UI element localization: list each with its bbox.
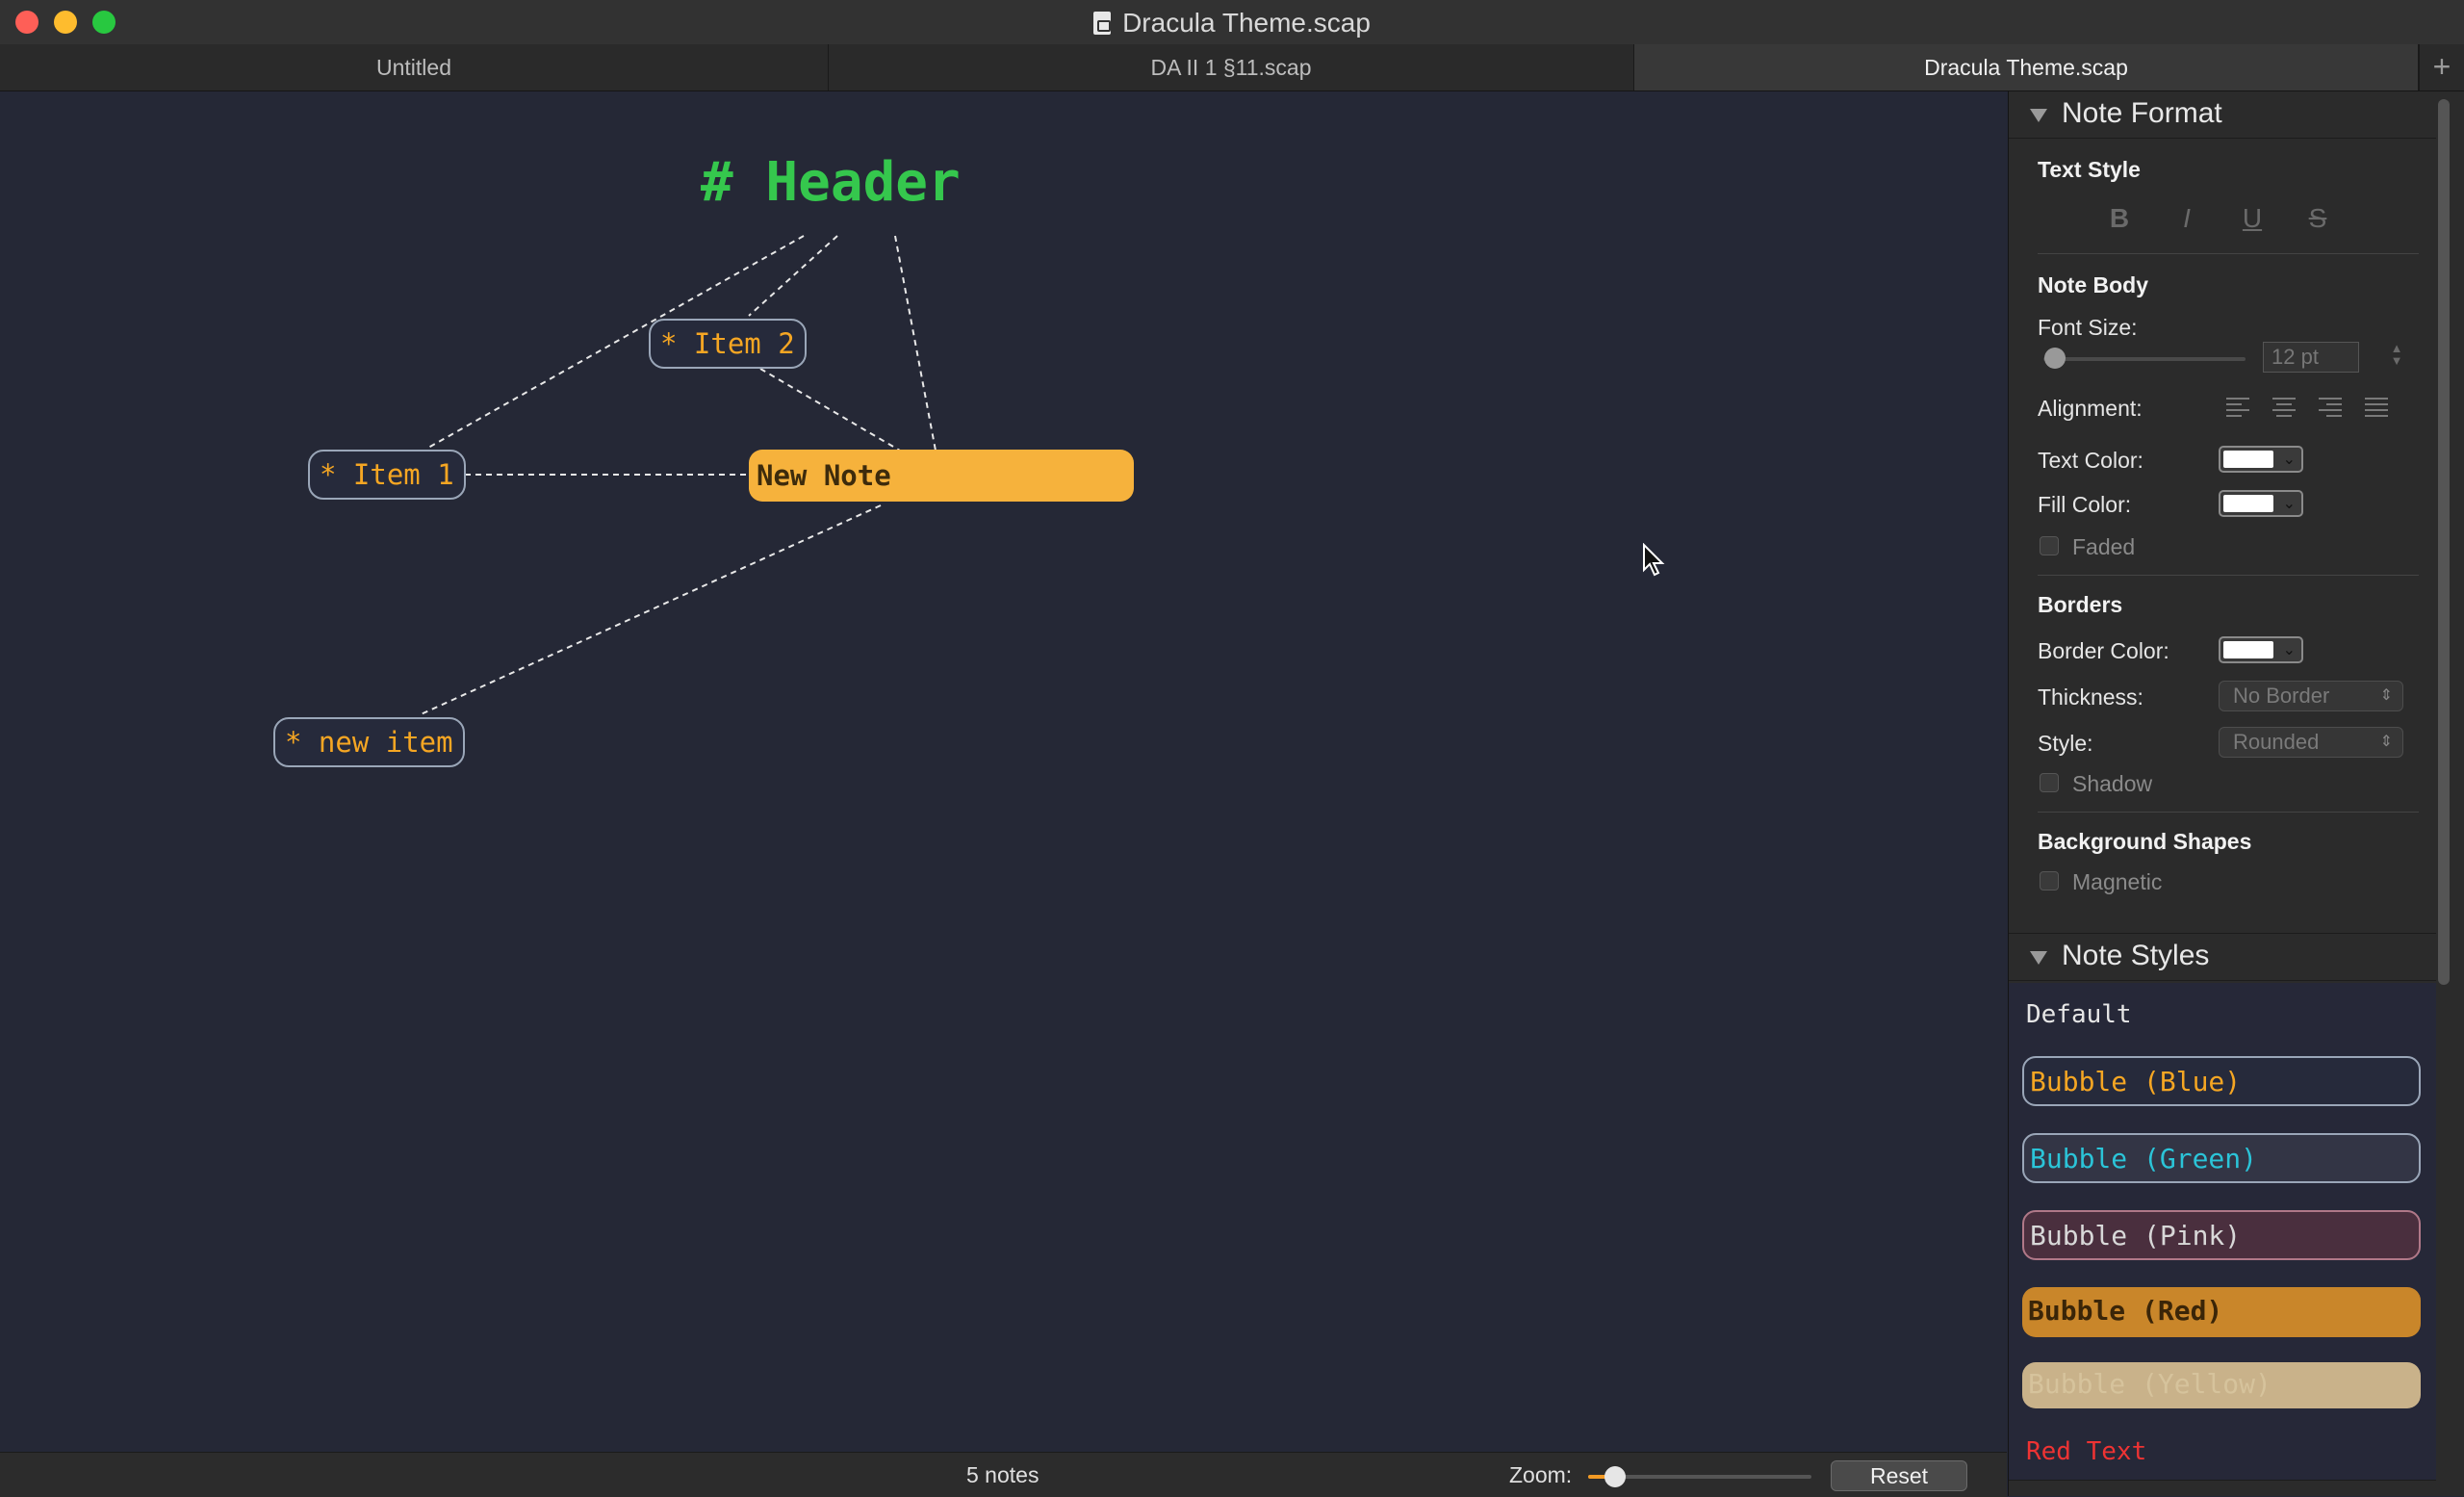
style-label: Style:	[2038, 731, 2093, 756]
mouse-pointer-icon	[1643, 543, 1665, 577]
magnetic-checkbox[interactable]	[2040, 871, 2059, 890]
note-item-2[interactable]: * Item 2	[649, 319, 807, 369]
zoom-label: Zoom:	[1509, 1462, 1573, 1487]
tab-da-ii[interactable]: DA II 1 §11.scap	[829, 44, 1634, 90]
divider	[2038, 575, 2419, 576]
border-color-well[interactable]: ⌄	[2219, 636, 2303, 663]
border-color-label: Border Color:	[2038, 638, 2169, 663]
document-icon	[1093, 12, 1112, 35]
style-bubble-green[interactable]: Bubble (Green)	[2009, 1122, 2436, 1200]
updown-chevron-icon: ⇕	[2379, 734, 2393, 750]
thickness-value: No Border	[2233, 684, 2330, 708]
style-bubble-blue-label: Bubble (Blue)	[2022, 1056, 2421, 1106]
note-styles-title: Note Styles	[2062, 940, 2210, 971]
note-styles-section-header[interactable]: Note Styles	[2009, 933, 2436, 981]
note-format-section-header[interactable]: Note Format	[2009, 91, 2436, 139]
style-bubble-pink-label: Bubble (Pink)	[2022, 1210, 2421, 1260]
note-body-heading: Note Body	[2038, 272, 2148, 297]
font-size-slider[interactable]	[2043, 357, 2246, 361]
text-color-label: Text Color:	[2038, 448, 2143, 473]
style-bubble-red-label: Bubble (Red)	[2022, 1287, 2421, 1337]
fill-color-label: Fill Color:	[2038, 492, 2132, 517]
connection-newnote-newitem	[418, 504, 882, 716]
tab-dracula-theme[interactable]: Dracula Theme.scap	[1634, 44, 2419, 90]
faded-checkbox[interactable]	[2040, 536, 2059, 555]
font-size-stepper[interactable]: ▲ ▼	[2390, 342, 2403, 373]
italic-button[interactable]: I	[2172, 203, 2201, 234]
disclosure-triangle-icon	[2030, 109, 2047, 122]
shadow-checkbox[interactable]	[2040, 773, 2059, 792]
note-format-title: Note Format	[2062, 97, 2222, 129]
border-style-popup[interactable]: Rounded ⇕	[2219, 727, 2403, 758]
strikethrough-button[interactable]: S	[2303, 203, 2332, 234]
align-right-icon[interactable]	[2319, 398, 2342, 417]
note-new-item[interactable]: * new item	[273, 717, 465, 767]
border-style-value: Rounded	[2233, 730, 2320, 754]
style-bubble-yellow-label: Bubble (Yellow)	[2022, 1362, 2421, 1408]
divider	[2038, 253, 2419, 254]
note-item-1[interactable]: * Item 1	[308, 450, 466, 500]
shadow-label: Shadow	[2072, 771, 2153, 796]
style-red-text[interactable]: Red Text	[2009, 1422, 2436, 1481]
align-center-icon[interactable]	[2272, 398, 2296, 417]
note-new-note[interactable]: New Note	[749, 450, 1134, 502]
align-left-icon[interactable]	[2226, 398, 2249, 417]
style-bubble-pink[interactable]: Bubble (Pink)	[2009, 1199, 2436, 1277]
style-bubble-yellow[interactable]: Bubble (Yellow)	[2009, 1353, 2436, 1423]
window-title: Dracula Theme.scap	[1122, 8, 1371, 38]
bold-button[interactable]: B	[2105, 203, 2134, 234]
align-justify-icon[interactable]	[2365, 398, 2388, 417]
connection-header-newnote	[894, 235, 937, 452]
tab-bar: Untitled DA II 1 §11.scap Dracula Theme.…	[0, 44, 2464, 91]
font-size-field[interactable]: 12 pt	[2263, 342, 2359, 373]
updown-chevron-icon: ⇕	[2379, 687, 2393, 704]
title-bar: Dracula Theme.scap	[0, 0, 2464, 45]
style-bubble-green-label: Bubble (Green)	[2022, 1133, 2421, 1183]
faded-label: Faded	[2072, 534, 2136, 559]
zoom-slider-thumb[interactable]	[1604, 1466, 1626, 1487]
style-bubble-red[interactable]: Bubble (Red)	[2009, 1276, 2436, 1354]
style-bubble-blue[interactable]: Bubble (Blue)	[2009, 1045, 2436, 1123]
reset-zoom-button[interactable]: Reset	[1831, 1460, 1967, 1491]
note-header[interactable]: # Header	[701, 151, 961, 214]
status-bar: 5 notes Zoom: Reset	[0, 1452, 2007, 1497]
window-title-wrap: Dracula Theme.scap	[0, 8, 2464, 39]
thickness-popup[interactable]: No Border ⇕	[2219, 681, 2403, 711]
underline-button[interactable]: U	[2238, 203, 2267, 234]
borders-heading: Borders	[2038, 592, 2123, 617]
connection-lines	[418, 235, 937, 716]
connection-header-item2	[748, 235, 838, 317]
disclosure-triangle-icon	[2030, 951, 2047, 965]
note-count: 5 notes	[966, 1462, 1040, 1487]
font-size-label: Font Size:	[2038, 315, 2138, 340]
alignment-label: Alignment:	[2038, 396, 2143, 421]
tab-untitled[interactable]: Untitled	[0, 44, 829, 90]
new-tab-button[interactable]: +	[2419, 44, 2464, 90]
text-color-well[interactable]: ⌄	[2219, 446, 2303, 473]
background-shapes-heading: Background Shapes	[2038, 829, 2252, 854]
inspector-sidebar: Note Format Text Style B I U S Note Body…	[2008, 91, 2464, 1496]
text-style-heading: Text Style	[2038, 157, 2141, 182]
thickness-label: Thickness:	[2038, 684, 2143, 710]
connection-item2-newnote	[759, 368, 901, 452]
mind-map-canvas[interactable]: # Header * Item 2 * Item 1 New Note * ne…	[0, 91, 2007, 1451]
magnetic-label: Magnetic	[2072, 869, 2163, 894]
style-red-text-label: Red Text	[2026, 1437, 2147, 1466]
font-size-slider-thumb[interactable]	[2044, 348, 2066, 369]
fill-color-well[interactable]: ⌄	[2219, 490, 2303, 517]
zoom-slider[interactable]	[1588, 1466, 1811, 1487]
sidebar-scrollbar[interactable]	[2438, 99, 2450, 985]
style-default-label: Default	[2026, 1000, 2132, 1029]
divider	[2038, 812, 2419, 813]
style-default[interactable]: Default	[2009, 983, 2436, 1045]
